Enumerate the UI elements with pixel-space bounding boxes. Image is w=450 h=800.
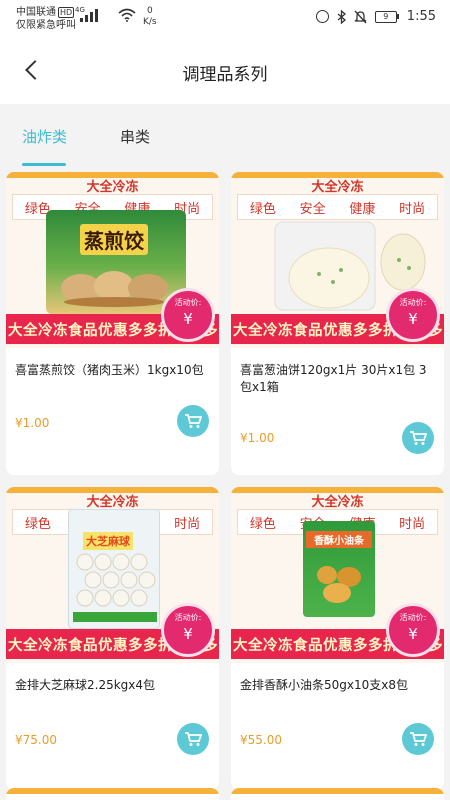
yen-icon: ¥ (408, 310, 418, 328)
sesame-balls-illustration (73, 553, 157, 622)
clock: 1:55 (406, 9, 436, 24)
banner-brand: 大全冷冻 (311, 180, 364, 195)
product-image[interactable]: 大全冷冻 绿色 安全 健康 时尚 大全冷冻食品优惠多多折扣多多 活动价: ¥ (231, 172, 444, 348)
product-price: ¥1.00 (240, 431, 275, 445)
carrier-name: 中国联通 (16, 7, 56, 18)
activity-price-badge: 活动价: ¥ (386, 603, 440, 657)
product-name[interactable]: 金排大芝麻球2.25kgx4包 (15, 677, 210, 694)
tag-fashion: 时尚 (399, 201, 426, 217)
product-card-partial[interactable] (6, 788, 219, 800)
alarm-icon (315, 10, 329, 23)
product-image[interactable]: 大全冷冻 绿色 安全 健康 时尚 蒸煎饺 大全冷冻食品优惠多多折扣多多 活动价:… (6, 172, 219, 348)
product-card-partial[interactable] (231, 788, 444, 800)
badge-label: 活动价: (399, 298, 427, 307)
product-card[interactable]: 大全冷冻 绿色 安全 健康 时尚 大全冷冻食品优惠多多折扣多多 活动价: ¥ 喜… (231, 172, 444, 475)
banner-brand: 大全冷冻 (311, 495, 364, 510)
banner-strip (6, 788, 219, 794)
tag-fashion: 时尚 (399, 516, 426, 532)
emergency-only-label: 仅限紧急呼叫 (16, 20, 76, 31)
cart-icon (410, 732, 427, 746)
activity-price-badge: 活动价: ¥ (161, 288, 215, 342)
bluetooth-icon (337, 9, 346, 24)
tag-green: 绿色 (24, 516, 51, 532)
battery-tip (396, 14, 399, 19)
tag-green: 绿色 (249, 201, 276, 217)
fried-dough-package: 香酥小油条 (303, 521, 375, 617)
badge-label: 活动价: (174, 613, 202, 622)
package-label: 蒸煎饺 (80, 224, 148, 255)
tab-skewers[interactable]: 串类 (120, 126, 150, 147)
cart-icon (185, 732, 202, 746)
product-price: ¥55.00 (240, 733, 282, 747)
product-image[interactable]: 大全冷冻 绿色 安全 健康 时尚 香酥小油条 大全冷冻食品优惠多多折扣多多 活动… (231, 487, 444, 663)
package-label: 香酥小油条 (306, 531, 372, 548)
tag-green: 绿色 (249, 516, 276, 532)
battery-icon: 9 (374, 10, 399, 23)
battery-level: 9 (374, 10, 397, 23)
hd-badge: HD (58, 7, 75, 18)
product-price: ¥1.00 (15, 416, 50, 430)
category-tabs: 油炸类 串类 (0, 104, 450, 166)
add-to-cart-button[interactable] (402, 723, 434, 755)
sesame-ball-package: 大芝麻球 (68, 509, 160, 629)
tag-fashion: 时尚 (174, 516, 201, 532)
page-title: 调理品系列 (182, 65, 268, 85)
product-name[interactable]: 喜富蒸煎饺（猪肉玉米）1kgx10包 (15, 362, 210, 379)
activity-price-badge: 活动价: ¥ (386, 288, 440, 342)
yen-icon: ¥ (183, 625, 193, 643)
product-name[interactable]: 金排香酥小油条50gx10支x8包 (240, 677, 435, 694)
signal-icon (80, 8, 98, 22)
status-right: 9 1:55 (315, 9, 436, 24)
carrier-info: 中国联通 HD 仅限紧急呼叫 (16, 6, 76, 32)
fried-dough-illustration (317, 566, 361, 603)
yen-icon: ¥ (183, 310, 193, 328)
add-to-cart-button[interactable] (177, 723, 209, 755)
tag-safe: 安全 (299, 201, 326, 217)
badge-label: 活动价: (174, 298, 202, 307)
package-label: 大芝麻球 (83, 532, 133, 550)
add-to-cart-button[interactable] (177, 405, 209, 437)
product-name[interactable]: 喜富葱油饼120gx1片 30片x1包 3包x1箱 (240, 362, 435, 396)
nav-bar: 调理品系列 (0, 36, 450, 104)
product-image[interactable]: 大全冷冻 绿色 安全 健康 时尚 大芝麻球 大全冷冻食 (6, 487, 219, 663)
banner-brand: 大全冷冻 (86, 495, 139, 510)
net-speed-unit: K/s (143, 17, 157, 27)
tag-healthy: 健康 (349, 201, 376, 217)
cart-icon (185, 414, 202, 428)
product-card[interactable]: 大全冷冻 绿色 安全 健康 时尚 香酥小油条 大全冷冻食品优惠多多折扣多多 活动… (231, 487, 444, 790)
product-card[interactable]: 大全冷冻 绿色 安全 健康 时尚 蒸煎饺 大全冷冻食品优惠多多折扣多多 活动价:… (6, 172, 219, 475)
mute-icon (354, 10, 367, 23)
product-price: ¥75.00 (15, 733, 57, 747)
add-to-cart-button[interactable] (402, 422, 434, 454)
badge-label: 活动价: (399, 613, 427, 622)
banner-strip (231, 788, 444, 794)
wifi-icon (118, 8, 136, 22)
status-bar: 中国联通 HD 仅限紧急呼叫 4G 0 K/s 9 1:55 (0, 0, 450, 36)
activity-price-badge: 活动价: ¥ (161, 603, 215, 657)
dumplings-illustration (61, 271, 168, 307)
cart-icon (410, 431, 427, 445)
product-card[interactable]: 大全冷冻 绿色 安全 健康 时尚 大芝麻球 大全冷冻食 (6, 487, 219, 790)
banner-brand: 大全冷冻 (86, 180, 139, 195)
yen-icon: ¥ (408, 625, 418, 643)
net-speed-value: 0 (146, 6, 153, 16)
active-tab-indicator (22, 163, 66, 166)
tab-fried[interactable]: 油炸类 (22, 126, 67, 147)
net-speed: 0 K/s (143, 6, 157, 28)
